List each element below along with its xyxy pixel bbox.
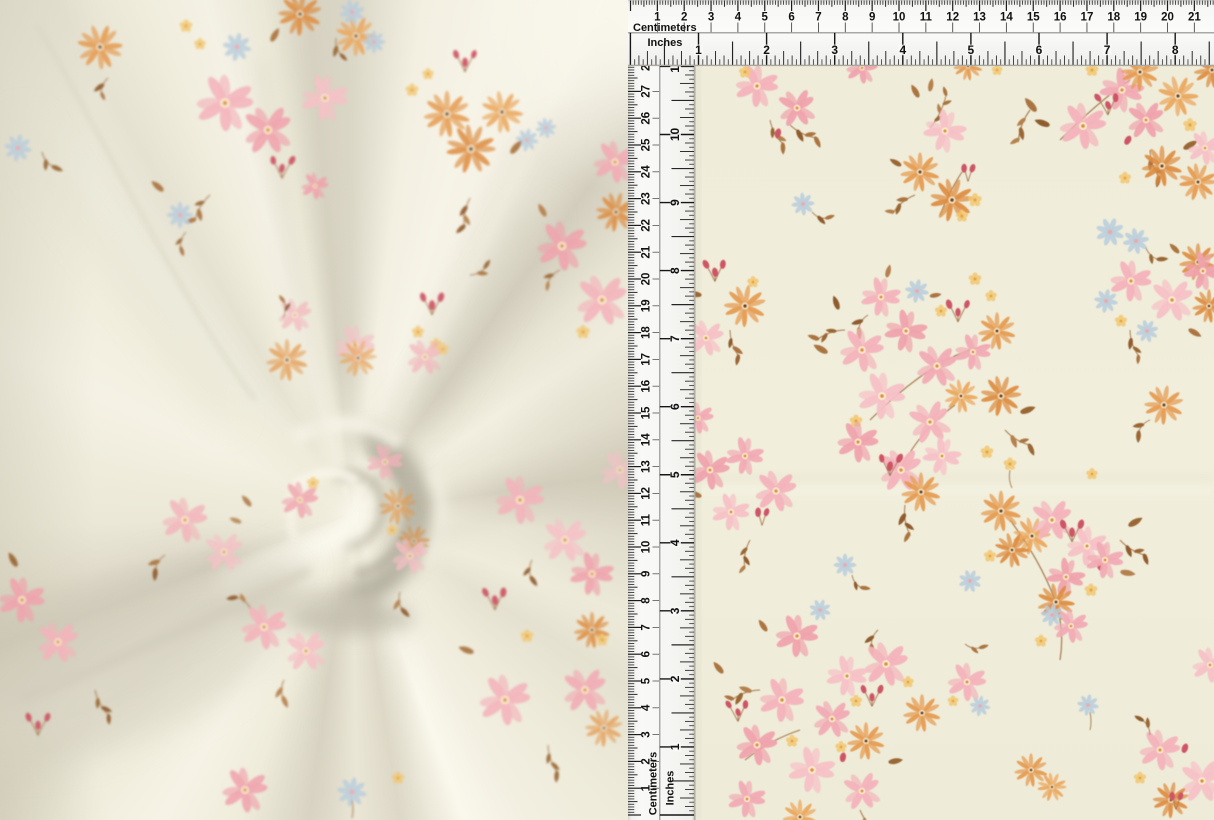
svg-text:8: 8: [842, 11, 849, 23]
svg-text:7: 7: [1104, 43, 1111, 57]
svg-text:7: 7: [641, 624, 653, 630]
svg-text:5: 5: [968, 43, 975, 57]
svg-text:16: 16: [1054, 11, 1067, 23]
svg-text:9: 9: [668, 199, 682, 206]
svg-text:17: 17: [1081, 11, 1094, 23]
svg-text:3: 3: [641, 731, 653, 737]
svg-text:Centimeters: Centimeters: [648, 752, 660, 816]
svg-text:7: 7: [668, 335, 682, 342]
svg-text:5: 5: [668, 471, 682, 478]
svg-text:Inches: Inches: [648, 37, 683, 49]
svg-text:4: 4: [899, 43, 906, 57]
svg-text:1: 1: [695, 43, 702, 57]
svg-text:4: 4: [668, 539, 682, 546]
svg-text:18: 18: [1107, 11, 1120, 23]
svg-text:3: 3: [708, 11, 714, 23]
svg-text:10: 10: [641, 541, 653, 554]
svg-text:17: 17: [641, 353, 653, 366]
svg-text:7: 7: [815, 11, 821, 23]
svg-text:1: 1: [668, 743, 682, 750]
svg-text:3: 3: [668, 607, 682, 614]
svg-text:2: 2: [668, 675, 682, 682]
svg-text:11: 11: [641, 514, 653, 527]
svg-text:19: 19: [641, 299, 653, 312]
svg-text:23: 23: [641, 192, 653, 205]
svg-text:19: 19: [1134, 11, 1147, 23]
svg-text:13: 13: [641, 460, 653, 473]
svg-text:25: 25: [641, 138, 653, 151]
svg-text:15: 15: [1027, 11, 1040, 23]
svg-text:Inches: Inches: [665, 771, 677, 806]
svg-text:20: 20: [641, 273, 653, 286]
svg-text:26: 26: [641, 112, 653, 125]
svg-text:8: 8: [668, 267, 682, 274]
svg-text:18: 18: [641, 326, 653, 339]
svg-text:14: 14: [1000, 11, 1013, 23]
svg-text:12: 12: [641, 487, 653, 500]
svg-text:10: 10: [668, 128, 682, 142]
svg-text:22: 22: [641, 219, 653, 232]
svg-text:10: 10: [893, 11, 906, 23]
svg-text:12: 12: [946, 11, 959, 23]
svg-text:14: 14: [641, 433, 653, 446]
svg-text:4: 4: [641, 704, 653, 711]
svg-text:15: 15: [641, 406, 653, 419]
svg-text:6: 6: [788, 11, 794, 23]
svg-text:16: 16: [641, 380, 653, 393]
svg-text:4: 4: [735, 11, 742, 23]
svg-text:5: 5: [762, 11, 769, 23]
svg-text:21: 21: [1188, 11, 1201, 23]
svg-text:9: 9: [869, 11, 875, 23]
svg-text:Centimeters: Centimeters: [633, 22, 697, 34]
svg-text:11: 11: [920, 11, 933, 23]
svg-text:21: 21: [641, 245, 653, 258]
svg-text:2: 2: [763, 43, 770, 57]
svg-text:5: 5: [641, 677, 653, 684]
svg-text:6: 6: [641, 651, 653, 657]
svg-text:6: 6: [1036, 43, 1043, 57]
svg-text:9: 9: [641, 571, 653, 577]
svg-text:20: 20: [1161, 11, 1174, 23]
svg-text:8: 8: [1172, 43, 1179, 57]
svg-text:3: 3: [831, 43, 838, 57]
svg-text:24: 24: [641, 165, 653, 178]
svg-text:13: 13: [973, 11, 986, 23]
svg-text:6: 6: [668, 403, 682, 410]
svg-text:27: 27: [641, 85, 653, 98]
svg-text:8: 8: [641, 597, 653, 604]
